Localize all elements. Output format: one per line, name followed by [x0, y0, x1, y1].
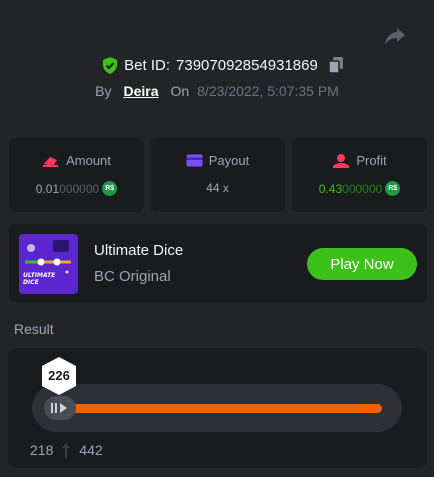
result-range: 218 442 [30, 442, 103, 458]
amount-icon [43, 156, 59, 167]
svg-text:ULTIMATE: ULTIMATE [23, 272, 56, 279]
bet-id-value: 73907092854931869 [176, 56, 318, 74]
payout-value: 44 x [206, 181, 229, 195]
game-thumbnail[interactable]: ULTIMATE DICE [19, 234, 78, 294]
share-icon[interactable] [384, 26, 406, 46]
bet-meta-row: By Deira On 8/23/2022, 5:07:35 PM [0, 83, 434, 99]
amount-card: Amount 0.01000000 R$ [9, 138, 144, 212]
profit-value: 0.43000000 R$ [292, 181, 427, 196]
currency-coin-icon: R$ [102, 181, 118, 196]
amount-value-dim: 000000 [59, 181, 100, 196]
payout-icon [186, 154, 203, 167]
amount-value: 0.01000000 R$ [9, 181, 144, 196]
svg-text:DICE: DICE [23, 279, 40, 286]
ultimate-dice-logo: ULTIMATE DICE [19, 234, 78, 294]
bet-id-label: Bet ID: [124, 56, 171, 74]
slider-handle[interactable] [44, 396, 76, 420]
payout-card: Payout 44 x [150, 138, 285, 212]
amount-label: Amount [66, 153, 111, 168]
amount-value-strong: 0.01 [35, 181, 60, 196]
result-card: 226 218 442 [8, 348, 427, 468]
game-subtitle: BC Original [94, 268, 171, 285]
by-label: By [95, 83, 112, 99]
on-label: On [170, 83, 190, 99]
currency-coin-icon: R$ [385, 181, 401, 196]
profit-label: Profit [356, 153, 387, 168]
play-now-button[interactable]: Play Now [307, 248, 417, 280]
range-high: 442 [79, 442, 103, 458]
user-link[interactable]: Deira [123, 83, 158, 99]
shield-check-icon [103, 56, 118, 74]
payout-label: Payout [208, 153, 250, 168]
result-value: 226 [48, 368, 70, 383]
bet-date: 8/23/2022, 5:07:35 PM [197, 83, 339, 99]
result-range-bar [68, 404, 382, 413]
up-arrow-icon [62, 443, 71, 458]
game-title[interactable]: Ultimate Dice [94, 242, 183, 259]
copy-icon[interactable] [328, 56, 344, 74]
profit-card: Profit 0.43000000 R$ [292, 138, 427, 212]
slider-grip-icon [51, 403, 67, 413]
bet-id-row: Bet ID: 73907092854931869 [0, 56, 434, 74]
range-low: 218 [30, 442, 54, 458]
profit-icon [333, 154, 350, 168]
game-card: ULTIMATE DICE Ultimate Dice BC Original … [9, 224, 427, 302]
result-slider-track [32, 384, 402, 432]
profit-value-dim: 000000 [342, 181, 383, 196]
profit-value-strong: 0.43 [318, 181, 343, 196]
result-label: Result [14, 321, 54, 337]
